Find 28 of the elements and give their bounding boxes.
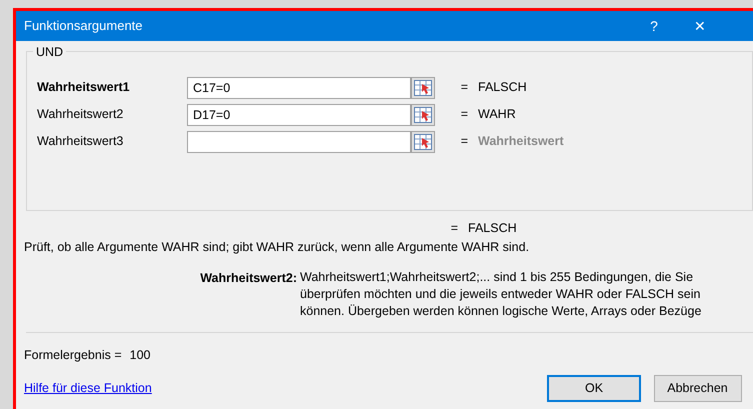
function-description: Prüft, ob alle Argumente WAHR sind; gibt WAHR zurück, wenn alle Argumente WAHR sind. xyxy=(24,238,530,256)
equals-sign: = xyxy=(460,106,468,124)
range-picker-button[interactable] xyxy=(411,130,435,152)
close-button[interactable]: ✕ xyxy=(677,16,723,36)
result-value: FALSCH xyxy=(468,220,517,237)
argument-field[interactable]: D17=0 xyxy=(187,104,411,126)
help-button[interactable]: ? xyxy=(631,16,677,36)
argument-field[interactable] xyxy=(187,130,411,152)
equals-sign: = xyxy=(460,133,468,150)
result-value: WAHR xyxy=(478,106,516,124)
formula-result-value: 100 xyxy=(130,346,150,364)
argument-name: Wahrheitswert2: xyxy=(200,270,297,284)
range-picker-button[interactable] xyxy=(411,76,435,98)
equals-sign: = xyxy=(450,220,458,237)
formula-result-label: Formelergebnis = xyxy=(24,346,122,364)
argument-label: Wahrheitswert2 xyxy=(37,106,124,124)
range-picker-button[interactable] xyxy=(411,104,435,126)
window-title: Funktionsargumente xyxy=(24,17,144,36)
help-link[interactable]: Hilfe für diese Funktion xyxy=(24,381,152,396)
argument-label: Wahrheitswert1 xyxy=(37,79,131,96)
ok-button[interactable]: OK xyxy=(547,375,641,402)
result-hint: Wahrheitswert xyxy=(478,133,564,150)
result-value: FALSCH xyxy=(478,79,527,96)
argument-description: Wahrheitswert1;Wahrheitswert2;... sind 1 bis 255 Bedingungen, die Sie überprüfen möchten und die jeweils entweder WAHR oder FALSCH sein können. Übergeben werden können logische Werte, Arrays oder Bezüge xyxy=(300,268,702,320)
argument-label: Wahrheitswert3 xyxy=(37,133,124,150)
argument-field[interactable]: C17=0 xyxy=(187,76,411,98)
equals-sign: = xyxy=(460,79,468,96)
cancel-button[interactable]: Abbrechen xyxy=(654,375,742,402)
